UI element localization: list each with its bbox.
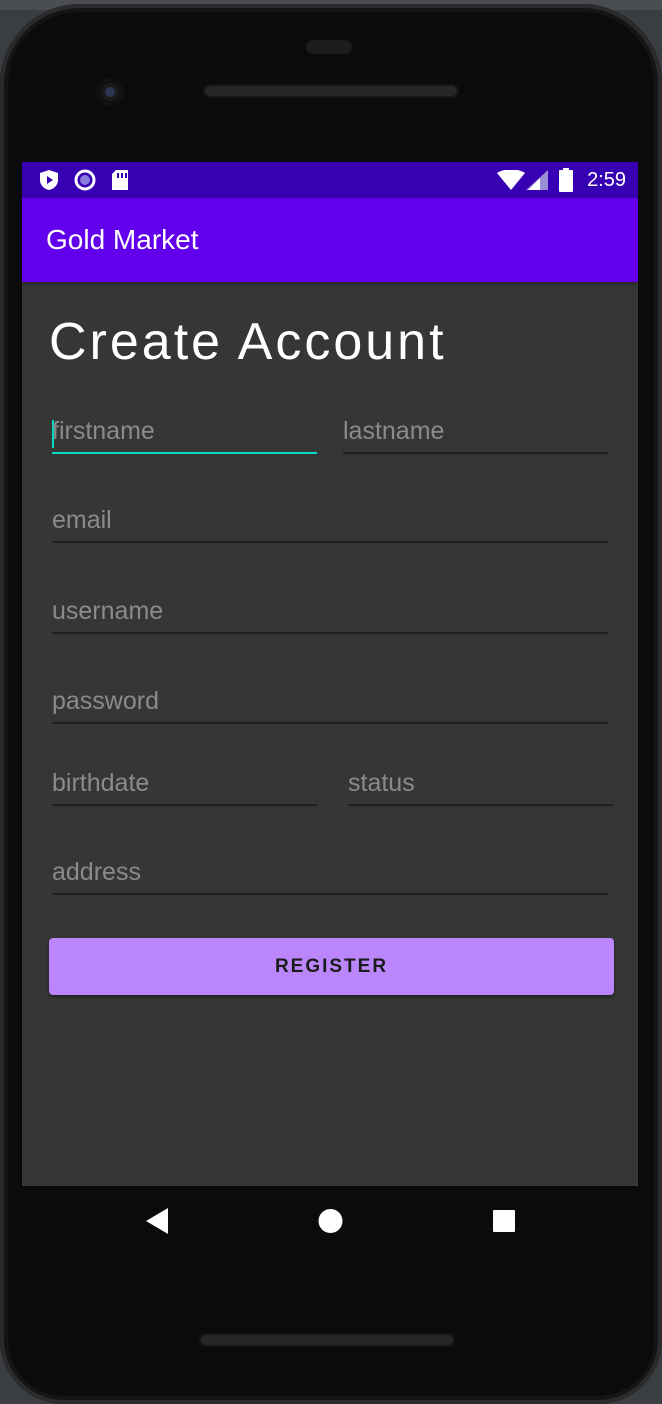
- status-placeholder: status: [348, 769, 415, 797]
- firstname-placeholder: firstname: [52, 417, 155, 445]
- status-bar: 2:59: [22, 162, 638, 198]
- front-camera: [96, 78, 124, 106]
- bottom-speaker: [199, 1333, 455, 1347]
- lastname-field[interactable]: lastname: [343, 412, 608, 454]
- email-placeholder: email: [52, 506, 112, 534]
- app-bar: Gold Market: [22, 198, 638, 282]
- password-placeholder: password: [52, 687, 159, 715]
- top-speaker: [203, 84, 459, 98]
- clock: 2:59: [587, 169, 626, 191]
- back-icon[interactable]: [146, 1208, 168, 1239]
- device-screen: 2:59 Gold Market Create Account firstnam…: [22, 162, 638, 1186]
- password-field[interactable]: password: [52, 682, 608, 724]
- app-title: Gold Market: [46, 224, 199, 255]
- battery-icon: [559, 168, 573, 197]
- sd-card-icon: [110, 169, 130, 196]
- recents-icon[interactable]: [493, 1210, 515, 1237]
- register-button[interactable]: REGISTER: [49, 938, 614, 995]
- lastname-placeholder: lastname: [343, 417, 445, 445]
- status-field[interactable]: status: [348, 764, 613, 806]
- email-field[interactable]: email: [52, 501, 608, 543]
- firstname-field[interactable]: firstname: [52, 412, 317, 454]
- shield-icon: [38, 169, 60, 196]
- address-placeholder: address: [52, 858, 141, 886]
- birthdate-placeholder: birthdate: [52, 769, 150, 797]
- navigation-bar: [22, 1186, 638, 1258]
- username-placeholder: username: [52, 597, 164, 625]
- circle-icon: [74, 169, 96, 196]
- wifi-icon: [497, 169, 525, 195]
- username-field[interactable]: username: [52, 592, 608, 634]
- page-title: Create Account: [49, 313, 447, 371]
- signal-icon: [526, 170, 548, 195]
- birthdate-field[interactable]: birthdate: [52, 764, 317, 806]
- home-icon[interactable]: [318, 1208, 343, 1239]
- sensor-pill: [306, 40, 352, 54]
- address-field[interactable]: address: [52, 853, 608, 895]
